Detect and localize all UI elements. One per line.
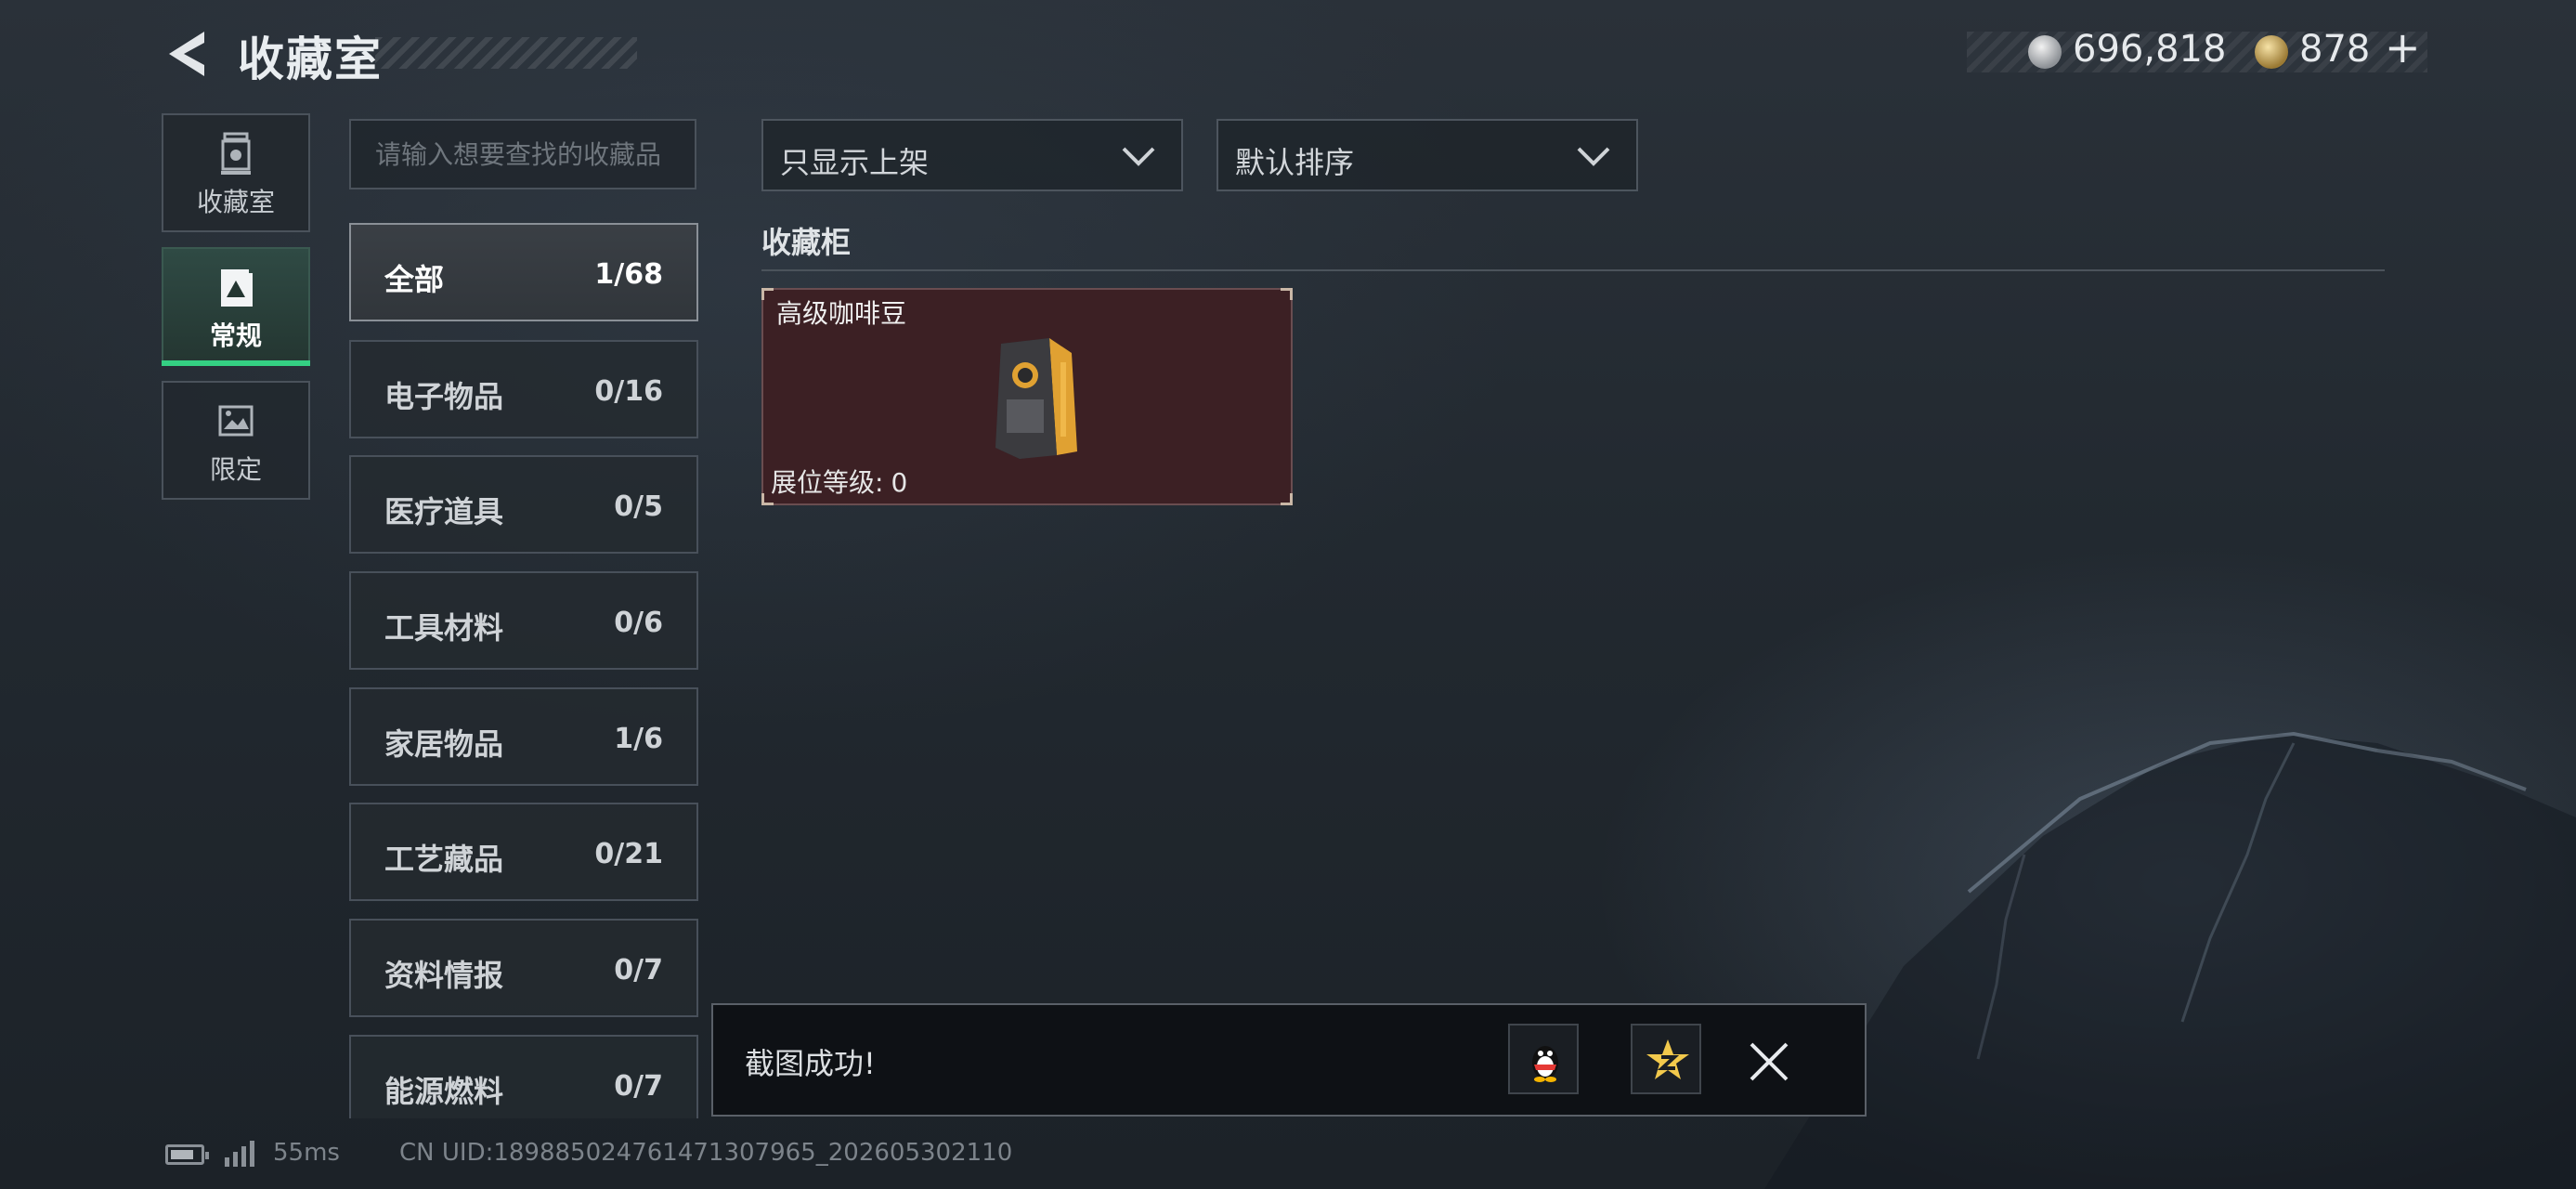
share-qzone-button[interactable] <box>1631 1024 1701 1094</box>
sidebar-item-collection-room[interactable]: 收藏室 <box>162 113 310 232</box>
category-name: 全部 <box>384 262 445 297</box>
sidebar-item-limited[interactable]: 限定 <box>162 381 310 500</box>
silver-coin-amount: 696,818 <box>2073 28 2227 71</box>
item-level-value: 0 <box>891 467 908 498</box>
sidebar-item-label: 限定 <box>209 454 262 485</box>
battery-fill <box>171 1150 193 1159</box>
user-uid: CN UID:1898850247614713079​65_2026053021… <box>399 1139 1013 1167</box>
close-icon[interactable] <box>1746 1039 1792 1085</box>
sort-dropdown[interactable]: 默认排序 <box>1216 119 1638 191</box>
category-intel[interactable]: 资料情报 0/7 <box>349 919 698 1017</box>
display-filter-dropdown[interactable]: 只显示上架 <box>761 119 1183 191</box>
ping-value: 55ms <box>273 1139 340 1167</box>
screenshot-toast: 截图成功! <box>711 1003 1867 1117</box>
card-icon <box>221 269 253 307</box>
category-home[interactable]: 家居物品 1/6 <box>349 687 698 786</box>
picture-icon <box>218 405 254 437</box>
category-name: 家居物品 <box>384 726 504 762</box>
coffee-bean-bag-icon <box>995 338 1077 459</box>
category-count: 1/6 <box>614 723 663 755</box>
category-count: 0/7 <box>614 1070 663 1103</box>
sidebar-item-label: 常规 <box>209 320 262 351</box>
dropdown-value: 默认排序 <box>1235 145 1355 180</box>
category-name: 工具材料 <box>384 610 504 646</box>
signal-strength-icon <box>225 1141 254 1167</box>
category-crafts[interactable]: 工艺藏品 0/21 <box>349 803 698 901</box>
back-arrow-icon[interactable] <box>163 26 212 82</box>
category-tools[interactable]: 工具材料 0/6 <box>349 571 698 670</box>
search-input[interactable] <box>349 119 696 189</box>
card-corner <box>1281 288 1293 300</box>
qzone-star-icon <box>1646 1039 1689 1079</box>
category-all[interactable]: 全部 1/68 <box>349 223 698 321</box>
trophy-icon <box>221 132 251 175</box>
chevron-down-icon <box>1122 147 1155 166</box>
title-decoration <box>375 37 637 69</box>
gold-coin-amount: 878 <box>2299 28 2371 71</box>
category-count: 1/68 <box>594 258 663 291</box>
section-divider <box>761 269 2385 271</box>
share-qq-button[interactable] <box>1508 1024 1579 1094</box>
dropdown-value: 只显示上架 <box>780 145 930 180</box>
category-count: 0/7 <box>614 954 663 986</box>
category-count: 0/6 <box>614 607 663 639</box>
item-level-label: 展位等级: <box>771 467 884 498</box>
sidebar-item-regular[interactable]: 常规 <box>162 247 310 366</box>
category-count: 0/21 <box>594 838 663 870</box>
card-corner <box>1281 493 1293 505</box>
silver-coin-icon <box>2028 35 2062 69</box>
section-title: 收藏柜 <box>761 225 852 260</box>
item-name: 高级咖啡豆 <box>776 298 907 329</box>
category-count: 0/16 <box>594 375 663 408</box>
category-name: 医疗道具 <box>384 494 504 529</box>
qq-penguin-icon <box>1532 1046 1558 1082</box>
gold-coin-icon <box>2255 35 2288 69</box>
toast-message: 截图成功! <box>745 1046 876 1081</box>
add-currency-button[interactable]: + <box>2385 22 2421 72</box>
category-name: 资料情报 <box>384 958 504 993</box>
category-count: 0/5 <box>614 490 663 523</box>
battery-icon <box>165 1144 209 1165</box>
category-name: 能源燃料 <box>384 1074 504 1109</box>
collection-item-card[interactable]: 高级咖啡豆 展位等级: 0 <box>761 288 1293 505</box>
page-title: 收藏室 <box>238 33 383 86</box>
category-medical[interactable]: 医疗道具 0/5 <box>349 455 698 554</box>
category-name: 电子物品 <box>384 379 504 414</box>
category-name: 工艺藏品 <box>384 842 504 877</box>
category-electronics[interactable]: 电子物品 0/16 <box>349 340 698 438</box>
card-corner <box>761 288 774 300</box>
sidebar-item-label: 收藏室 <box>196 187 275 217</box>
category-energy[interactable]: 能源燃料 0/7 <box>349 1035 698 1118</box>
chevron-down-icon <box>1577 147 1610 166</box>
item-level: 展位等级: 0 <box>771 463 907 500</box>
